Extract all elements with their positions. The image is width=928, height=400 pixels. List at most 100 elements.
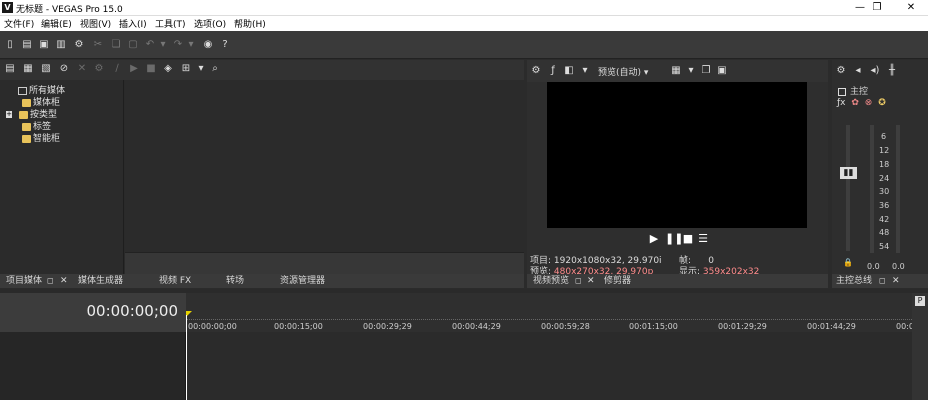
time-ruler[interactable]: 00:00:00;00 00:00:15;00 00:00:29;29 00:0… [186, 293, 912, 332]
undock-icon[interactable]: ◻ [879, 274, 886, 288]
redo-icon[interactable]: ↷ [172, 39, 184, 51]
media-content-area[interactable] [125, 80, 524, 252]
menu-tools[interactable]: 工具(T) [155, 17, 186, 30]
split-dropdown-icon[interactable]: ▾ [579, 65, 591, 77]
copy-snapshot-icon[interactable]: ❐ [700, 65, 712, 77]
paste-icon[interactable]: ▢ [127, 39, 139, 51]
expand-icon[interactable]: + [6, 111, 12, 118]
tree-item-tags[interactable]: 标签 [22, 119, 51, 132]
tab-video-preview[interactable]: 视频预览 [533, 274, 569, 288]
tree-item-smart-bins[interactable]: 智能柜 [22, 131, 60, 144]
tree-item-bins[interactable]: 媒体柜 [22, 95, 60, 108]
cut-icon[interactable]: ✂ [92, 39, 104, 51]
menu-bar: 文件(F) 编辑(E) 视图(V) 插入(I) 工具(T) 选项(O) 帮助(H… [0, 16, 928, 31]
new-icon[interactable]: ▯ [4, 39, 16, 51]
fx-icon[interactable]: ƒx [837, 98, 846, 108]
import-media-icon[interactable]: ▤ [4, 63, 16, 75]
menu-insert[interactable]: 插入(I) [119, 17, 147, 30]
tab-trimmer[interactable]: 修剪器 [604, 274, 631, 288]
master-checkbox[interactable] [838, 87, 846, 96]
left-peak-value: 0.0 [867, 262, 880, 271]
redo-dropdown-icon[interactable]: ▾ [185, 39, 197, 51]
master-fader-handle[interactable]: ▮▮ [840, 167, 857, 179]
overlays-dropdown-icon[interactable]: ▾ [685, 65, 697, 77]
save-as-icon[interactable]: ▥ [55, 39, 67, 51]
preview-quality-dropdown[interactable]: 预览(自动) ▾ [598, 65, 648, 78]
master-label: 主控 [838, 84, 868, 97]
stop-button-icon[interactable]: ■ [682, 233, 694, 245]
play-icon[interactable]: ▶ [128, 63, 140, 75]
overlays-icon[interactable]: ▦ [670, 65, 682, 77]
mixer-properties-icon[interactable]: ⚙ [835, 65, 847, 77]
tab-close-icon[interactable]: ✕ [892, 274, 900, 288]
properties-gear-icon[interactable]: ⚙ [73, 39, 85, 51]
views-icon[interactable]: ⊞ [180, 63, 192, 75]
preview-screen[interactable] [547, 82, 807, 228]
speaker-icon[interactable]: ◂) [869, 65, 881, 77]
maximize-button[interactable]: ❐ [860, 0, 894, 16]
solo-icon[interactable]: ✪ [878, 98, 886, 108]
tree-root-item[interactable]: 所有媒体 [18, 83, 65, 96]
timeline-vertical-scrollbar[interactable]: P [912, 293, 928, 400]
split-screen-icon[interactable]: ◧ [563, 65, 575, 77]
menu-help[interactable]: 帮助(H) [234, 17, 266, 30]
save-snapshot-icon[interactable]: ▣ [716, 65, 728, 77]
track-area[interactable] [187, 332, 912, 400]
tab-explorer[interactable]: 资源管理器 [280, 274, 325, 288]
tab-video-fx[interactable]: 视频 FX [159, 274, 191, 288]
time-display[interactable]: 00:00:00;00 [86, 302, 178, 320]
marker-icon[interactable]: P [915, 296, 925, 306]
master-fader-track[interactable] [846, 125, 850, 251]
menu-view[interactable]: 视图(V) [80, 17, 111, 30]
tab-master-bus[interactable]: 主控总线 [836, 274, 872, 288]
mute-icon[interactable]: ◂ [852, 65, 864, 77]
video-fx-icon[interactable]: ƒ [547, 65, 559, 77]
scale-54: 54 [879, 242, 890, 251]
copy-icon[interactable]: ❏ [110, 39, 122, 51]
menu-edit[interactable]: 编辑(E) [41, 17, 72, 30]
undock-icon[interactable]: ◻ [47, 274, 54, 288]
media-fx-icon[interactable]: ⚙ [93, 63, 105, 75]
undock-icon[interactable]: ◻ [575, 274, 582, 288]
left-level-meter [870, 125, 874, 253]
tab-transitions[interactable]: 转场 [226, 274, 244, 288]
menu-lines-icon[interactable]: ☰ [697, 233, 709, 245]
get-media-icon[interactable]: ▧ [40, 63, 52, 75]
tab-media-generators[interactable]: 媒体生成器 [78, 274, 123, 288]
tab-close-icon[interactable]: ✕ [587, 274, 595, 288]
mute-toggle-icon[interactable]: ⊗ [865, 98, 873, 108]
track-headers[interactable] [0, 332, 186, 400]
help-icon[interactable]: ? [219, 39, 231, 51]
render-icon[interactable]: ◉ [202, 39, 214, 51]
stop-icon[interactable]: ■ [145, 63, 157, 75]
delete-icon[interactable]: ✕ [76, 63, 88, 75]
capture-icon[interactable]: ▦ [22, 63, 34, 75]
close-button[interactable]: ✕ [894, 0, 928, 16]
ruler-ticks [186, 319, 912, 321]
undo-icon[interactable]: ↶ [144, 39, 156, 51]
play-button-icon[interactable]: ▶ [648, 233, 660, 245]
ruler-label: 00:00:00;00 [188, 322, 237, 331]
preview-dock-tabs: 视频预览 ◻ ✕ 修剪器 [527, 274, 828, 288]
pen-icon[interactable]: ∕ [111, 63, 123, 75]
pause-button-icon[interactable]: ❚❚ [665, 233, 683, 245]
save-icon[interactable]: ▣ [38, 39, 50, 51]
mixer-icon[interactable]: ╫ [886, 65, 898, 77]
search-icon[interactable]: ⌕ [209, 63, 221, 75]
menu-options[interactable]: 选项(O) [194, 17, 226, 30]
right-level-meter [896, 125, 900, 253]
open-icon[interactable]: ▤ [21, 39, 33, 51]
views-dropdown-icon[interactable]: ▾ [195, 63, 207, 75]
remove-media-icon[interactable]: ⊘ [58, 63, 70, 75]
tab-close-icon[interactable]: ✕ [60, 274, 68, 288]
tab-project-media[interactable]: 项目媒体 [6, 274, 42, 288]
menu-file[interactable]: 文件(F) [4, 17, 34, 30]
lock-icon[interactable]: 🔒 [843, 258, 853, 267]
ruler-label: 00:01:44;29 [807, 322, 856, 331]
ruler-label: 00:02 [896, 322, 912, 331]
undo-dropdown-icon[interactable]: ▾ [157, 39, 169, 51]
tree-item-by-type[interactable]: + 按类型 [6, 107, 57, 120]
preview-properties-icon[interactable]: ⚙ [530, 65, 542, 77]
auto-preview-icon[interactable]: ◈ [162, 63, 174, 75]
automation-icon[interactable]: ✿ [851, 98, 859, 108]
